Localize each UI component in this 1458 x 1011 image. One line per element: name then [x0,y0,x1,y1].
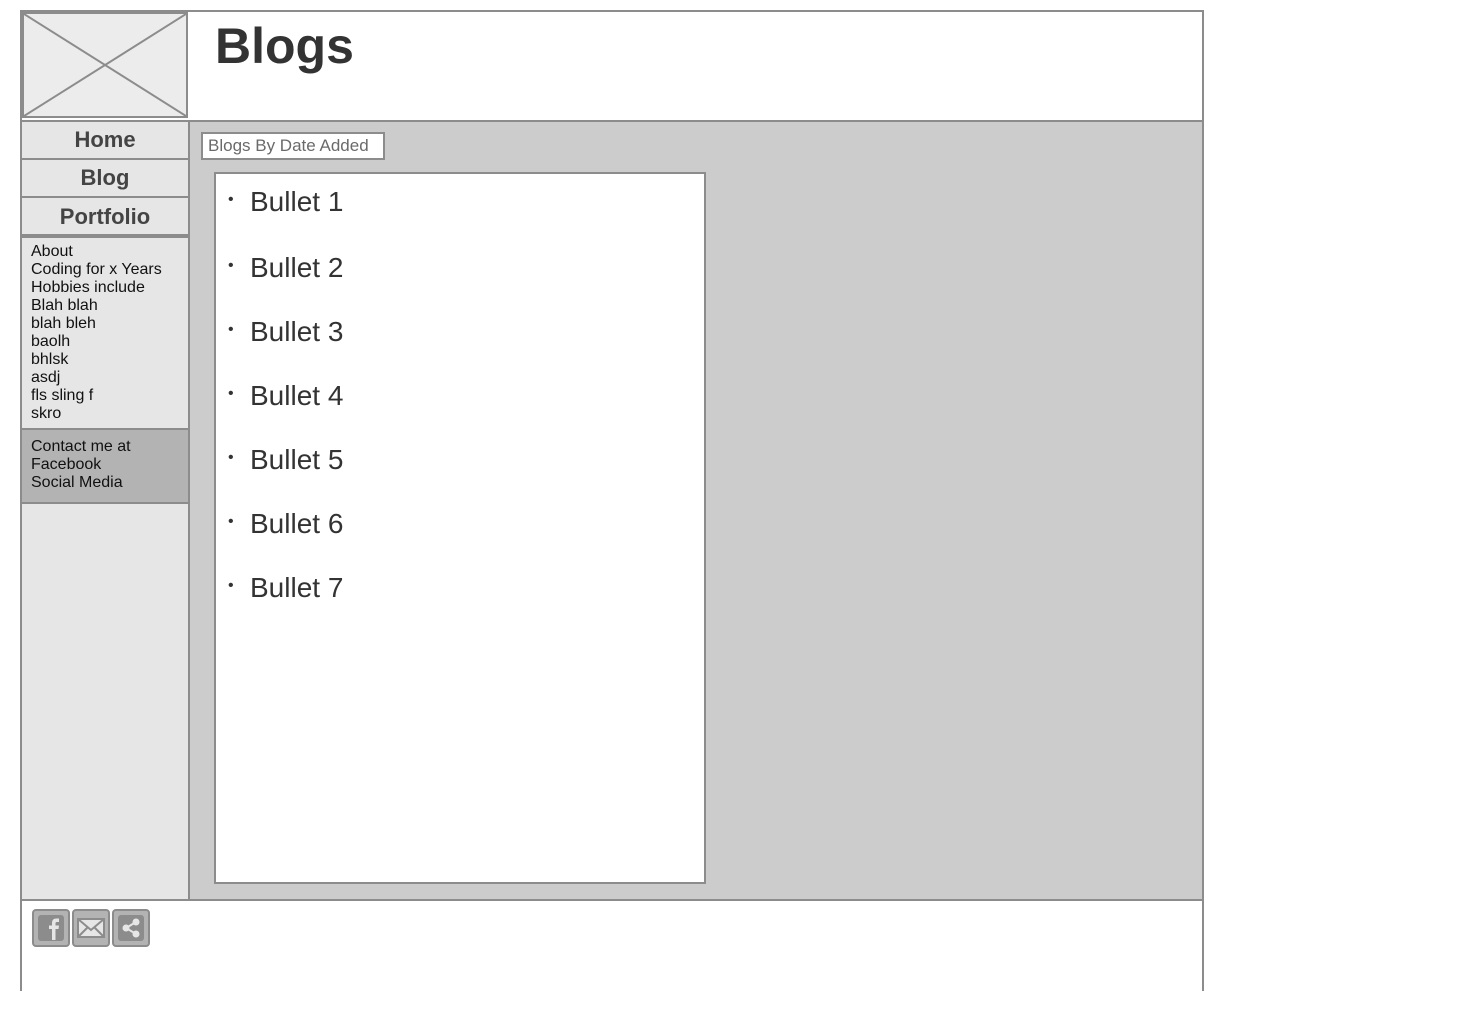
list-item-label: Bullet 3 [250,316,344,347]
list-item[interactable]: • Bullet 2 [228,251,343,287]
about-line: baolh [31,333,71,350]
list-item[interactable]: • Bullet 3 [228,315,343,351]
list-item-label: Bullet 5 [250,444,344,475]
about-line: Hobbies include [31,279,145,296]
bullet-icon: • [228,576,234,594]
footer [22,899,1202,991]
about-line: About [31,243,73,260]
list-item[interactable]: • Bullet 6 [228,507,343,543]
about-line: Blah blah [31,297,98,314]
list-item-label: Bullet 1 [250,186,344,217]
bullet-icon: • [228,190,234,208]
contact-line: Contact me at [31,438,131,455]
email-icon [77,918,105,938]
about-line: Coding for x Years [31,261,162,278]
about-line: asdj [31,369,61,386]
nav-home-button[interactable]: Home [22,122,188,160]
contact-line: Social Media [31,474,123,491]
about-line: bhlsk [31,351,69,368]
bullet-icon: • [228,320,234,338]
nav-blog-button[interactable]: Blog [22,160,188,198]
about-line: blah bleh [31,315,96,332]
list-item-label: Bullet 7 [250,572,344,603]
bullet-icon: • [228,512,234,530]
blogs-by-date-input[interactable] [201,132,385,160]
logo-image-placeholder [22,12,188,118]
list-item[interactable]: • Bullet 5 [228,443,343,479]
page-title: Blogs [215,18,354,74]
bullet-icon: • [228,256,234,274]
contact-section: Contact me at Facebook Social Media [22,430,188,504]
list-item-label: Bullet 2 [250,252,344,283]
header: Blogs [22,12,1202,122]
list-item-label: Bullet 4 [250,380,344,411]
share-icon [118,915,144,941]
about-line: fls sling f [31,387,94,404]
facebook-icon [38,915,64,941]
facebook-button[interactable] [32,909,70,947]
email-button[interactable] [72,909,110,947]
contact-line: Facebook [31,456,102,473]
main-content: •Bullet 1 •Bullet 2 •Bullet 3 •Bullet 4 … [190,122,1202,899]
about-line: skro [31,405,62,422]
list-item[interactable]: • Bullet 7 [228,571,343,607]
list-item[interactable]: • Bullet 1 [228,185,343,221]
list-item[interactable]: • Bullet 4 [228,379,343,415]
share-button[interactable] [112,909,150,947]
page-frame: Blogs Home Blog Portfolio About Coding f… [20,10,1204,991]
image-placeholder-icon [24,14,186,116]
bullet-icon: • [228,384,234,402]
about-section: About Coding for x Years Hobbies include… [22,236,188,430]
sidebar: Home Blog Portfolio About Coding for x Y… [22,122,190,899]
list-item-label: Bullet 6 [250,508,344,539]
bullet-icon: • [228,448,234,466]
nav-portfolio-button[interactable]: Portfolio [22,200,188,236]
blog-list-panel: • Bullet 1 • Bullet 2 • Bullet 3 • Bullet 4 … [214,172,706,884]
